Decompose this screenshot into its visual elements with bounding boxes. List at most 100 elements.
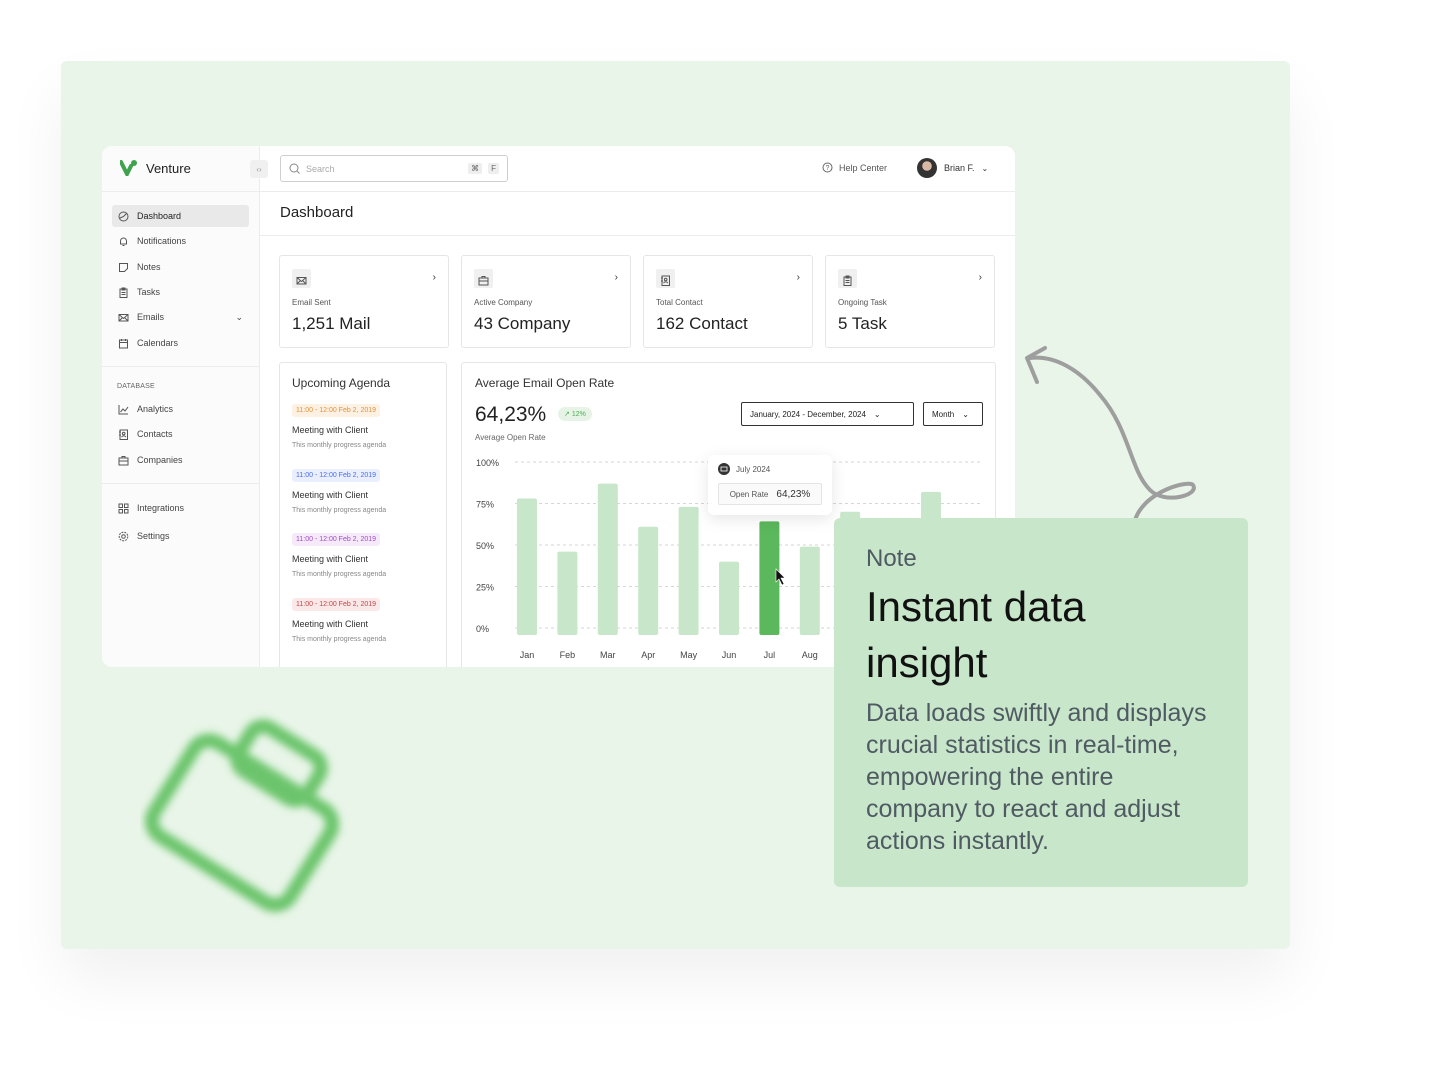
brand-logo[interactable]: Venture [120, 160, 191, 176]
sidebar-item-integrations[interactable]: Integrations [112, 497, 249, 519]
stat-card-ongoing-task[interactable]: › Ongoing Task 5 Task [825, 255, 995, 348]
sidebar-item-label: Integrations [137, 503, 185, 513]
period-value: Month [932, 409, 955, 419]
agenda-time-badge: 11:00 - 12:00 Feb 2, 2019 [292, 533, 381, 546]
user-menu[interactable]: Brian F. ⌄ [917, 158, 988, 178]
bell-icon [120, 237, 127, 246]
stat-card-email-sent[interactable]: › Email Sent 1,251 Mail [279, 255, 449, 348]
chevron-right-icon[interactable]: › [979, 272, 982, 283]
search-input[interactable]: Search ⌘ F [280, 155, 508, 182]
period-dropdown[interactable]: Month ⌄ [923, 402, 983, 426]
agenda-item-title[interactable]: Meeting with Client [292, 554, 368, 564]
stat-value: 1,251 Mail [292, 314, 371, 333]
sidebar-item-dashboard[interactable]: Dashboard [112, 205, 249, 227]
sidebar-item-tasks[interactable]: Tasks [112, 281, 249, 303]
agenda-item-desc: This monthly progress agenda [292, 571, 387, 578]
sidebar-item-emails[interactable]: Emails ⌄ [112, 306, 249, 328]
mail-icon [718, 463, 730, 475]
stat-card-active-company[interactable]: › Active Company 43 Company [461, 255, 631, 348]
sidebar-item-contacts[interactable]: Contacts [112, 423, 249, 445]
chevron-down-icon: ⌄ [873, 409, 881, 419]
stat-label: Total Contact [656, 298, 703, 307]
sidebar-item-notes[interactable]: Notes [112, 256, 249, 278]
agenda-item-title[interactable]: Meeting with Client [292, 490, 368, 500]
agenda-item-title[interactable]: Meeting with Client [292, 425, 368, 435]
stat-value: 162 Contact [656, 314, 748, 333]
shortcut-key: F [488, 163, 499, 174]
gear-icon [118, 531, 129, 541]
page-title: Dashboard [280, 204, 354, 221]
upcoming-agenda-panel: Upcoming Agenda 11:00 - 12:00 Feb 2, 201… [279, 362, 447, 667]
dashboard-icon [118, 211, 129, 221]
chevron-right-icon[interactable]: › [433, 272, 436, 283]
stat-value: 5 Task [838, 314, 887, 333]
agenda-title: Upcoming Agenda [292, 376, 391, 390]
agenda-item-desc: This monthly progress agenda [292, 442, 387, 449]
venture-logo-icon [120, 160, 137, 176]
stat-icon-box [656, 269, 675, 288]
sidebar-item-label: Calendars [137, 338, 179, 348]
tooltip-title: July 2024 [736, 464, 771, 474]
brand-name: Venture [146, 160, 191, 176]
agenda-time-badge: 11:00 - 12:00 Feb 2, 2019 [292, 468, 381, 482]
clipboard-icon [119, 287, 128, 298]
stat-card-total-contact[interactable]: › Total Contact 162 Contact [643, 255, 813, 348]
help-label: Help Center [839, 162, 888, 173]
search-icon [289, 163, 300, 174]
svg-text:?: ? [826, 165, 830, 172]
arrow-doodle-icon [1025, 346, 1196, 522]
sidebar-item-companies[interactable]: Companies [112, 449, 249, 471]
sidebar-item-label: Contacts [137, 429, 173, 439]
section-label: DATABASE [117, 383, 155, 390]
stat-label: Active Company [474, 298, 533, 307]
agenda-item-desc: This monthly progress agenda [292, 635, 387, 643]
agenda-time-badge: 11:00 - 12:00 Feb 2, 2019 [292, 404, 381, 417]
date-range-dropdown[interactable]: January, 2024 - December, 2024 ⌄ [741, 402, 914, 426]
chevron-right-icon[interactable]: › [615, 272, 618, 283]
agenda-time-badge: 11:00 - 12:00 Feb 2, 2019 [292, 597, 381, 611]
stat-value: 43 Company [474, 314, 571, 333]
note-title: Instant data insight [866, 583, 1086, 686]
chevron-right-icon[interactable]: › [797, 272, 800, 283]
grid-icon [118, 503, 129, 513]
chart-icon [118, 404, 129, 414]
note-body: Data loads swiftly and displays crucial … [866, 699, 1207, 855]
stat-icon-box [474, 269, 493, 288]
search-placeholder: Search [306, 163, 335, 174]
blurred-briefcase-icon [144, 719, 340, 912]
agenda-item-title[interactable]: Meeting with Client [292, 619, 368, 629]
chart-title: Average Email Open Rate [475, 376, 615, 390]
sidebar-item-calendars[interactable]: Calendars [112, 332, 249, 354]
tooltip-label: Open Rate [729, 489, 769, 499]
help-icon: ? [822, 162, 833, 173]
open-rate-subtitle: Average Open Rate [475, 433, 546, 442]
avatar [917, 158, 937, 178]
note-icon [119, 262, 128, 272]
chart-tooltip: July 2024 Open Rate 64,23% [708, 455, 832, 515]
sidebar-item-label: Settings [137, 531, 170, 541]
sidebar-item-settings[interactable]: Settings [112, 525, 249, 547]
sidebar-item-label: Dashboard [137, 211, 182, 221]
user-name: Brian F. [944, 163, 975, 173]
help-center-link[interactable]: ? Help Center [822, 162, 887, 173]
chevron-down-icon: ⌄ [235, 311, 243, 322]
mail-icon [296, 277, 307, 285]
stat-label: Ongoing Task [838, 298, 887, 307]
date-range-value: January, 2024 - December, 2024 [750, 409, 866, 419]
agenda-item-desc: This monthly progress agenda [292, 506, 387, 514]
sidebar-item-notifications[interactable]: Notifications [112, 230, 249, 252]
divider [102, 366, 260, 367]
note-label: Note [866, 545, 917, 572]
briefcase-icon [118, 455, 129, 465]
shortcut-key: ⌘ [468, 163, 483, 174]
stat-label: Email Sent [292, 298, 331, 307]
sidebar-item-label: Companies [137, 455, 183, 465]
divider [102, 191, 260, 192]
stat-icon-box [292, 269, 311, 288]
sidebar-item-analytics[interactable]: Analytics [112, 398, 249, 420]
divider [102, 483, 260, 484]
mail-icon [118, 313, 129, 321]
chevron-down-icon: ⌄ [962, 409, 969, 419]
note-card: Note Instant data insight Data loads swi… [834, 518, 1248, 887]
calendar-icon [119, 338, 128, 348]
